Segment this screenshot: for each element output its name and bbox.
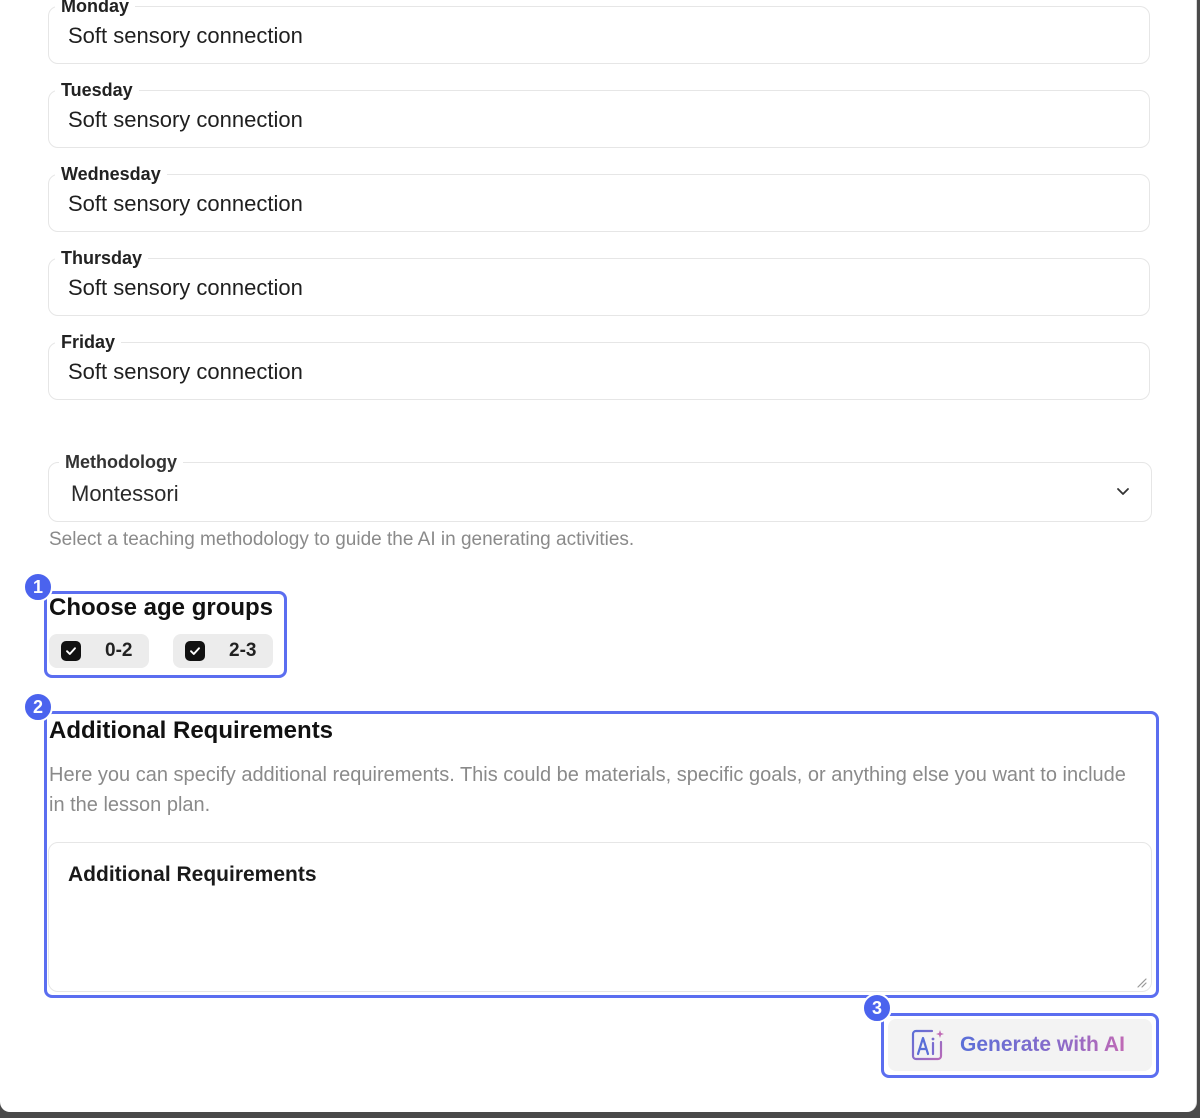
generate-with-ai-label: Generate with AI	[960, 1033, 1125, 1056]
wednesday-field[interactable]: Wednesday Soft sensory connection	[48, 163, 1150, 232]
age-groups-title: Choose age groups	[49, 594, 274, 621]
additional-requirements-description: Here you can specify additional requirem…	[49, 764, 1126, 816]
monday-field[interactable]: Monday Soft sensory connection	[48, 0, 1150, 64]
additional-requirements-textarea[interactable]: Additional Requirements	[48, 842, 1152, 992]
friday-label: Friday	[55, 331, 122, 353]
age-group-chip-2-3[interactable]: 2-3	[173, 634, 273, 668]
methodology-helper-text: Select a teaching methodology to guide t…	[49, 529, 635, 550]
friday-value: Soft sensory connection	[68, 359, 303, 384]
thursday-field[interactable]: Thursday Soft sensory connection	[48, 247, 1150, 316]
resize-handle-icon[interactable]	[1135, 975, 1147, 988]
age-group-chip-0-2[interactable]: 0-2	[49, 634, 149, 668]
methodology-value: Montessori	[71, 481, 179, 506]
tuesday-value: Soft sensory connection	[68, 107, 303, 132]
lesson-plan-form: Monday Soft sensory connection Tuesday S…	[0, 0, 1197, 1112]
tuesday-label: Tuesday	[55, 79, 139, 101]
additional-requirements-title: Additional Requirements	[49, 717, 334, 744]
check-icon[interactable]	[61, 641, 81, 661]
annotation-badge-3: 3	[862, 993, 892, 1023]
tuesday-field[interactable]: Tuesday Soft sensory connection	[48, 79, 1150, 148]
methodology-select[interactable]: Methodology Montessori	[48, 451, 1152, 522]
age-group-label: 0-2	[105, 640, 133, 661]
thursday-value: Soft sensory connection	[68, 275, 303, 300]
generate-with-ai-button[interactable]: Generate with AI	[888, 1019, 1152, 1071]
wednesday-label: Wednesday	[55, 163, 167, 185]
ai-sparkle-icon	[910, 1028, 946, 1062]
methodology-label: Methodology	[59, 451, 183, 473]
thursday-label: Thursday	[55, 247, 149, 269]
age-group-label: 2-3	[229, 640, 257, 661]
friday-field[interactable]: Friday Soft sensory connection	[48, 331, 1150, 400]
chevron-down-icon[interactable]	[1115, 483, 1131, 499]
monday-label: Monday	[55, 0, 136, 17]
additional-requirements-field-label: Additional Requirements	[68, 863, 317, 886]
monday-value: Soft sensory connection	[68, 23, 303, 48]
check-icon[interactable]	[185, 641, 205, 661]
wednesday-value: Soft sensory connection	[68, 191, 303, 216]
